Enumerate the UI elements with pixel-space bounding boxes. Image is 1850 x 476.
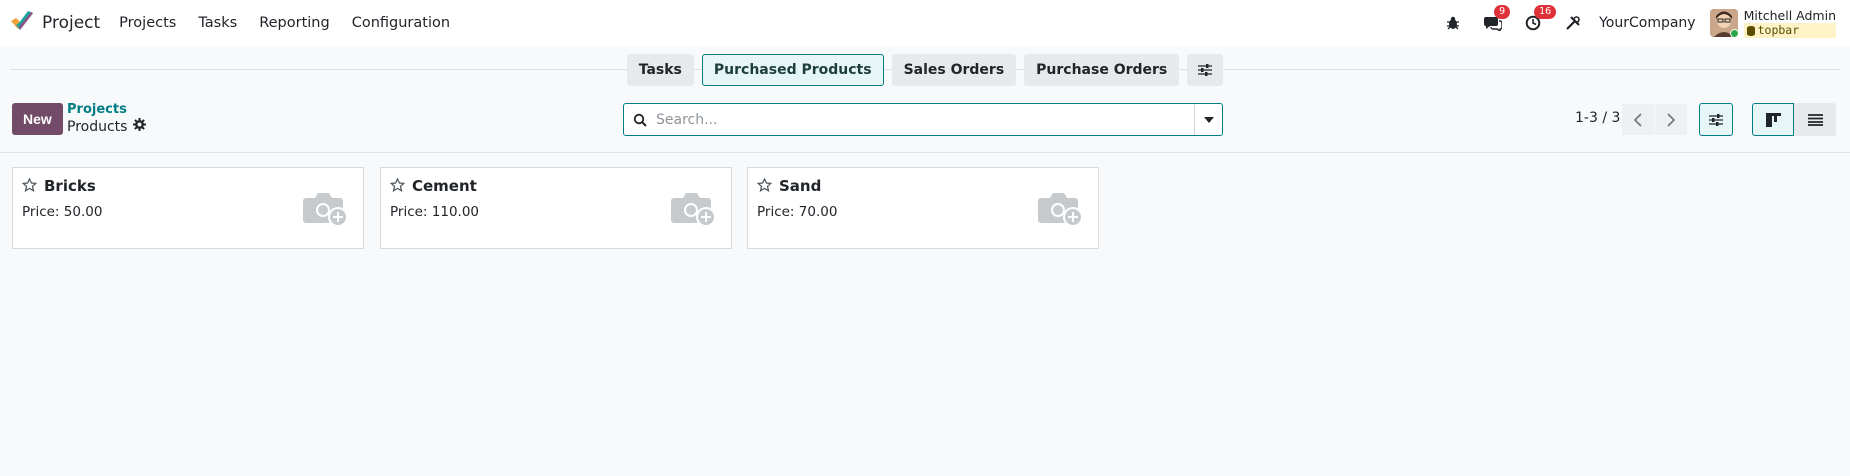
star-icon[interactable] (756, 177, 773, 196)
action-sales-orders[interactable]: Sales Orders (891, 54, 1017, 86)
menu-reporting[interactable]: Reporting (248, 15, 341, 31)
activities-clock-icon[interactable]: 16 (1522, 5, 1557, 34)
kanban-card[interactable]: Cement Price: 110.00 (380, 167, 732, 249)
top-navbar: Project Projects Tasks Reporting Configu… (0, 0, 1850, 46)
action-tasks[interactable]: Tasks (626, 54, 694, 86)
breadcrumb-current: Products (67, 118, 128, 135)
project-app-icon (10, 10, 34, 36)
breadcrumb: Projects Products (67, 102, 147, 135)
sliders-icon (1709, 113, 1723, 126)
camera-add-icon[interactable] (1038, 190, 1084, 232)
app-title: Project (42, 13, 101, 33)
messages-badge: 9 (1494, 5, 1511, 19)
product-name: Sand (779, 177, 822, 195)
actions-settings-button[interactable] (1187, 54, 1224, 86)
kanban-card[interactable]: Bricks Price: 50.00 (12, 167, 364, 249)
kanban-card[interactable]: Sand Price: 70.00 (747, 167, 1099, 249)
search-bar (623, 103, 1223, 136)
product-price: Price: 110.00 (390, 204, 480, 220)
product-name: Cement (412, 177, 477, 195)
chevron-right-icon (1667, 112, 1675, 127)
menu-projects[interactable]: Projects (108, 15, 187, 31)
action-purchased-products[interactable]: Purchased Products (701, 54, 884, 86)
database-icon (1746, 25, 1755, 36)
activities-badge: 16 (1534, 5, 1557, 19)
main-menu: Projects Tasks Reporting Configuration (108, 15, 461, 31)
user-menu[interactable]: Mitchell Admin topbar (1743, 8, 1836, 38)
kanban-view-button[interactable] (1752, 103, 1794, 136)
tools-icon[interactable] (1562, 12, 1584, 34)
action-purchase-orders[interactable]: Purchase Orders (1024, 54, 1180, 86)
camera-add-icon[interactable] (671, 190, 717, 232)
app-brand[interactable]: Project (10, 10, 100, 36)
pager-next-button[interactable] (1655, 104, 1687, 135)
presence-status-dot (1729, 29, 1738, 37)
user-name: Mitchell Admin (1743, 8, 1836, 23)
star-icon[interactable] (21, 177, 38, 196)
list-icon (1807, 113, 1823, 126)
search-input[interactable] (656, 111, 1194, 128)
database-tag: topbar (1743, 23, 1836, 38)
debug-bug-icon[interactable] (1442, 12, 1464, 34)
search-options-toggle[interactable] (1194, 104, 1222, 135)
camera-add-icon[interactable] (303, 190, 349, 232)
product-price: Price: 70.00 (757, 204, 838, 220)
company-switcher[interactable]: YourCompany (1599, 15, 1696, 31)
search-icon (624, 113, 656, 127)
caret-down-icon (1203, 116, 1214, 123)
control-panel-divider (0, 152, 1850, 153)
chevron-left-icon (1634, 112, 1642, 127)
database-name: topbar (1757, 23, 1800, 37)
messages-icon[interactable]: 9 (1482, 5, 1511, 34)
menu-tasks[interactable]: Tasks (187, 15, 248, 31)
menu-configuration[interactable]: Configuration (341, 15, 461, 31)
product-price: Price: 50.00 (22, 204, 103, 220)
product-name: Bricks (44, 177, 96, 195)
systray: 9 16 YourCompany Mitchell Admin topbar (1433, 0, 1836, 46)
new-button[interactable]: New (12, 103, 63, 135)
star-icon[interactable] (389, 177, 406, 196)
user-avatar[interactable] (1709, 9, 1738, 37)
pager-value[interactable]: 1-3 / 3 (1575, 110, 1620, 126)
list-view-button[interactable] (1794, 103, 1836, 136)
gear-icon[interactable] (133, 118, 147, 135)
filters-panel-toggle[interactable] (1699, 103, 1733, 136)
pager-previous-button[interactable] (1622, 104, 1654, 135)
breadcrumb-projects[interactable]: Projects (67, 102, 146, 118)
kanban-icon (1765, 112, 1781, 127)
embedded-actions-bar: Tasks Purchased Products Sales Orders Pu… (0, 54, 1850, 86)
breadcrumb-current-wrap: Products (67, 118, 147, 135)
sliders-icon (1198, 64, 1213, 76)
